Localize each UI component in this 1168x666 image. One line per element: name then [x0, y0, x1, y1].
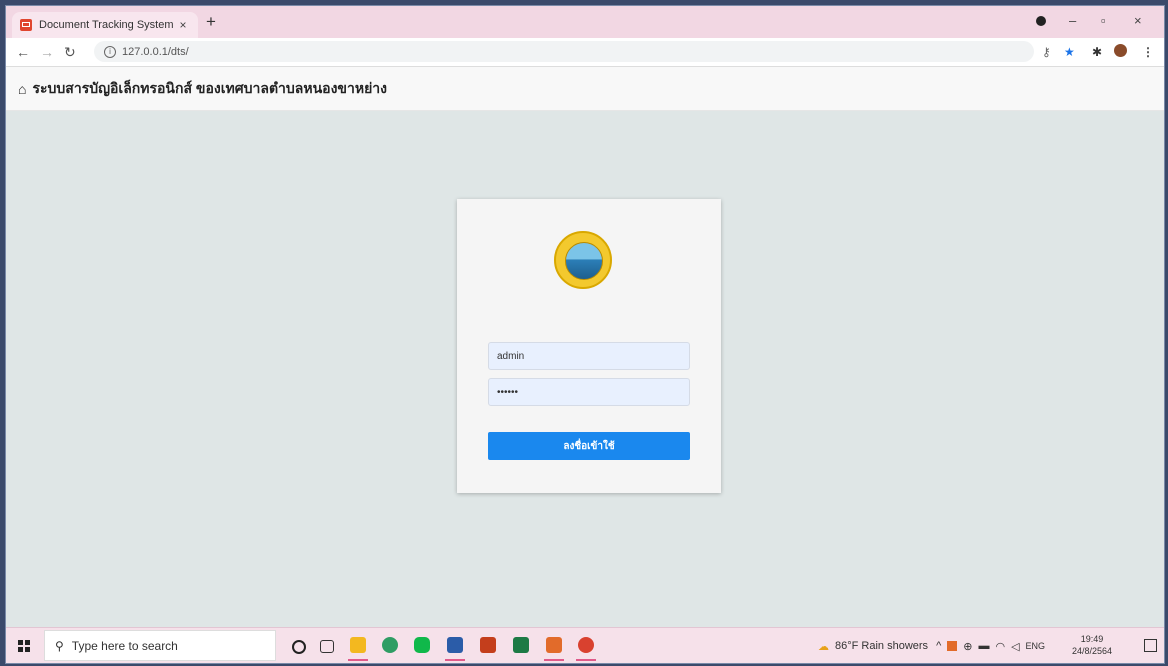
system-tray: ☁ 86°F Rain showers ^ ⊕ ▬ ◠ ◁ ENG [818, 628, 1046, 663]
extensions-icon[interactable]: ✱ [1092, 45, 1102, 59]
battery-icon[interactable]: ▬ [978, 640, 989, 652]
new-tab-button[interactable]: + [206, 13, 216, 30]
municipality-logo [554, 231, 612, 289]
forward-arrow-icon[interactable]: → [40, 44, 54, 60]
profile-avatar-icon[interactable] [1114, 44, 1127, 57]
chrome-green-icon[interactable] [382, 637, 398, 653]
language-indicator[interactable]: ENG [1026, 641, 1046, 651]
notification-icon[interactable] [1144, 639, 1157, 652]
tray-chevron-up-icon[interactable]: ^ [936, 640, 941, 652]
clock-time: 19:49 [1080, 634, 1104, 644]
minimize-button[interactable]: – [1069, 14, 1076, 28]
file-explorer-icon[interactable] [348, 637, 368, 661]
windows-start-icon[interactable] [18, 640, 30, 652]
usb-icon[interactable]: ⊕ [963, 640, 972, 653]
key-icon[interactable]: ⚷ [1042, 45, 1051, 59]
screen: Document Tracking System 1.0 × + – ▫ × ←… [5, 5, 1165, 664]
task-view-icon[interactable] [320, 640, 334, 653]
search-icon: ⚲ [55, 638, 64, 653]
weather-icon: ☁ [818, 640, 829, 653]
volume-icon[interactable]: ◁ [1011, 640, 1019, 653]
maximize-button[interactable]: ▫ [1101, 14, 1106, 28]
bookmark-star-icon[interactable]: ★ [1064, 45, 1075, 59]
app-navbar: ⌂ ระบบสารบัญอิเล็กทรอนิกส์ ของเทศบาลตำบล… [6, 67, 1164, 111]
tab-close-icon[interactable]: × [176, 18, 190, 32]
record-indicator-icon [1036, 16, 1046, 26]
word-icon[interactable] [445, 637, 465, 661]
close-window-button[interactable]: × [1134, 14, 1142, 28]
wifi-icon[interactable]: ◠ [995, 640, 1005, 653]
taskbar-search-box[interactable]: ⚲ Type here to search [44, 630, 276, 661]
browser-tabstrip: Document Tracking System 1.0 × + – ▫ × [6, 6, 1164, 38]
chrome-icon[interactable] [576, 637, 596, 661]
line-app-icon[interactable] [414, 637, 430, 653]
app-title[interactable]: ระบบสารบัญอิเล็กทรอนิกส์ ของเทศบาลตำบลหน… [32, 78, 387, 100]
url-text: 127.0.0.1/dts/ [122, 45, 189, 58]
cortana-icon[interactable] [292, 640, 306, 654]
menu-kebab-icon[interactable]: ⋮ [1142, 45, 1154, 59]
password-input[interactable] [488, 378, 690, 406]
site-info-icon[interactable]: i [104, 45, 116, 58]
home-icon[interactable]: ⌂ [18, 81, 26, 97]
xampp-tray-icon[interactable] [947, 641, 958, 651]
reload-icon[interactable]: ↻ [64, 44, 76, 60]
taskbar-search-placeholder: Type here to search [71, 638, 178, 653]
tab-title: Document Tracking System 1.0 [39, 19, 176, 31]
clock-date: 24/8/2564 [1072, 646, 1113, 656]
address-bar[interactable]: i 127.0.0.1/dts/ [94, 41, 1034, 62]
taskbar-clock[interactable]: 19:49 24/8/2564 [1072, 633, 1112, 657]
xampp-icon[interactable] [544, 637, 564, 661]
login-button[interactable]: ลงชื่อเข้าใช้ [488, 432, 690, 460]
browser-tab[interactable]: Document Tracking System 1.0 × [12, 12, 198, 38]
powerpoint-icon[interactable] [480, 637, 496, 653]
app-favicon-icon [20, 19, 32, 31]
weather-text[interactable]: 86°F Rain showers [835, 640, 928, 652]
windows-taskbar: ⚲ Type here to search ☁ 86°F Rain shower… [6, 627, 1164, 663]
excel-icon[interactable] [513, 637, 529, 653]
back-arrow-icon[interactable]: ← [16, 44, 30, 60]
browser-toolbar: ← → ↻ i 127.0.0.1/dts/ ⚷ ★ ✱ ⋮ [6, 38, 1164, 67]
login-card: ลงชื่อเข้าใช้ [457, 199, 721, 493]
username-input[interactable] [488, 342, 690, 370]
